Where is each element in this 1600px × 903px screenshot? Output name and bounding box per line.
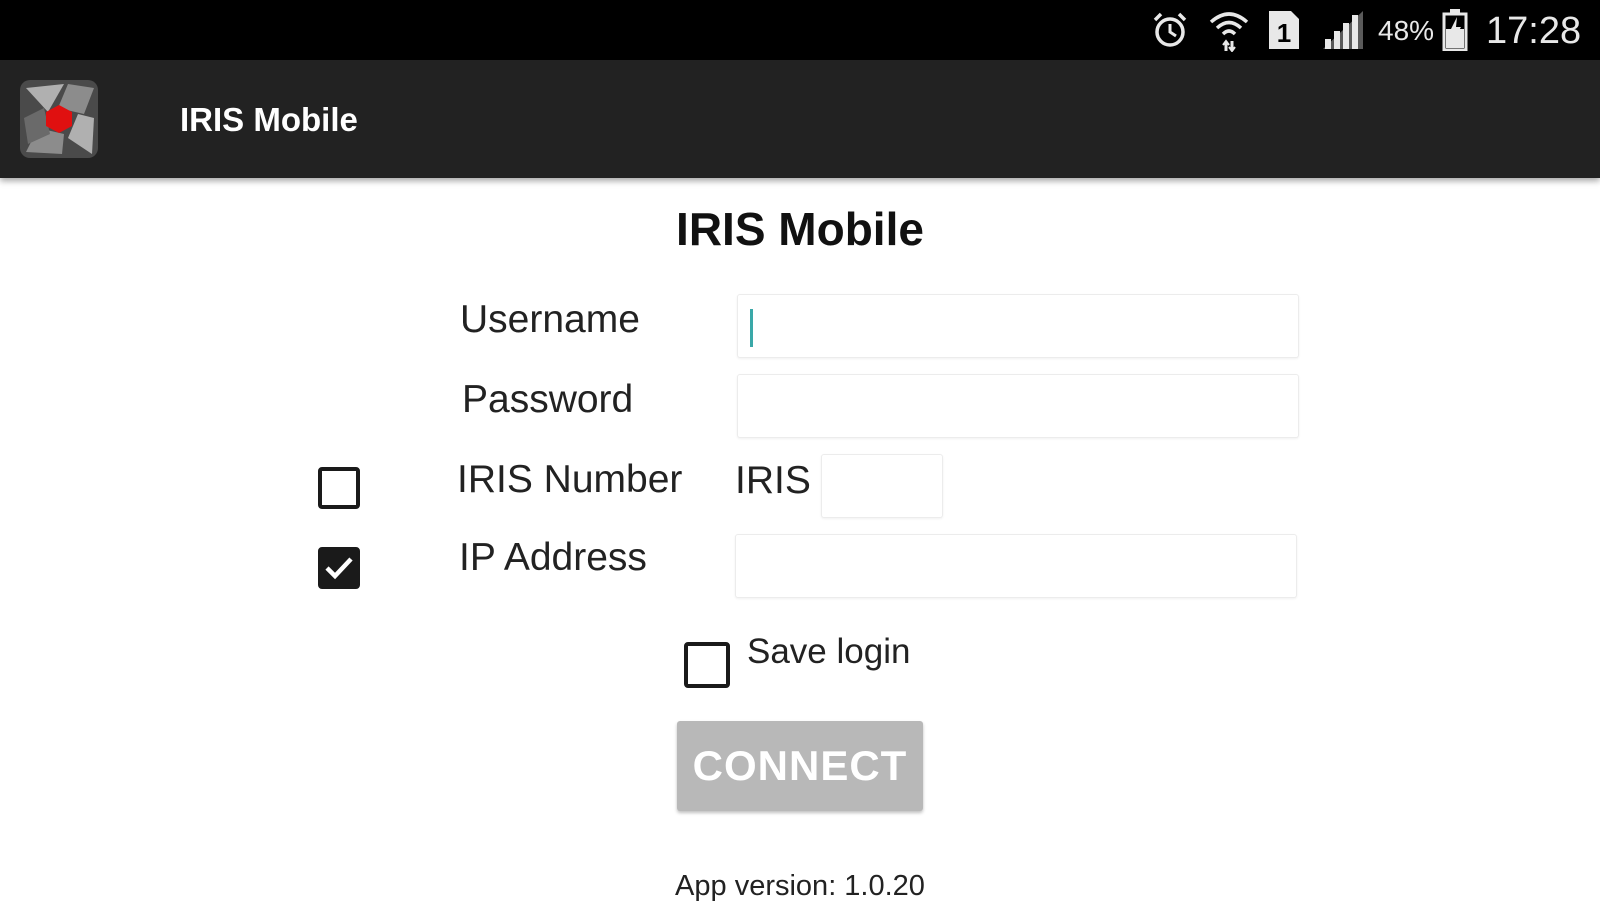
password-input[interactable]: [738, 375, 1298, 437]
login-form: IRIS Mobile Username Password IRIS Numbe…: [0, 178, 1600, 902]
app-version: App version: 1.0.20: [675, 870, 925, 902]
clock: 17:28: [1486, 10, 1582, 52]
iris-number-label: IRIS Number: [457, 458, 683, 501]
username-field[interactable]: [737, 294, 1299, 358]
checkmark-icon: [325, 557, 353, 580]
ip-address-checkbox[interactable]: [318, 547, 360, 589]
sim-slot-number: 1: [1277, 18, 1291, 48]
signal-icon: [1320, 8, 1366, 52]
actionbar-title: IRIS Mobile: [180, 101, 358, 138]
alarm-icon: [1148, 8, 1192, 52]
save-login-checkbox[interactable]: [684, 642, 730, 688]
ip-address-input[interactable]: [736, 535, 1296, 597]
iris-prefix-label: IRIS: [735, 459, 811, 502]
battery-percent: 48%: [1378, 15, 1435, 46]
action-bar: IRIS Mobile: [0, 60, 1600, 178]
status-bar: 1 48% 17:28: [0, 0, 1600, 60]
password-label: Password: [462, 378, 634, 421]
save-login-label[interactable]: Save login: [747, 632, 910, 672]
sim-1-icon: 1: [1266, 8, 1302, 52]
ip-address-field[interactable]: [735, 534, 1297, 598]
connect-button[interactable]: CONNECT: [677, 721, 923, 811]
password-field[interactable]: [737, 374, 1299, 438]
iris-number-checkbox[interactable]: [318, 467, 360, 509]
username-input[interactable]: [738, 295, 1298, 357]
text-cursor: [750, 309, 753, 347]
page-title: IRIS Mobile: [676, 203, 924, 255]
iris-number-input[interactable]: [822, 455, 942, 517]
app-logo-icon: [18, 78, 100, 160]
username-label: Username: [460, 298, 640, 341]
iris-number-field[interactable]: [821, 454, 943, 518]
wifi-icon: [1206, 8, 1252, 52]
battery-icon: [1440, 8, 1470, 52]
ip-address-label: IP Address: [459, 536, 647, 579]
